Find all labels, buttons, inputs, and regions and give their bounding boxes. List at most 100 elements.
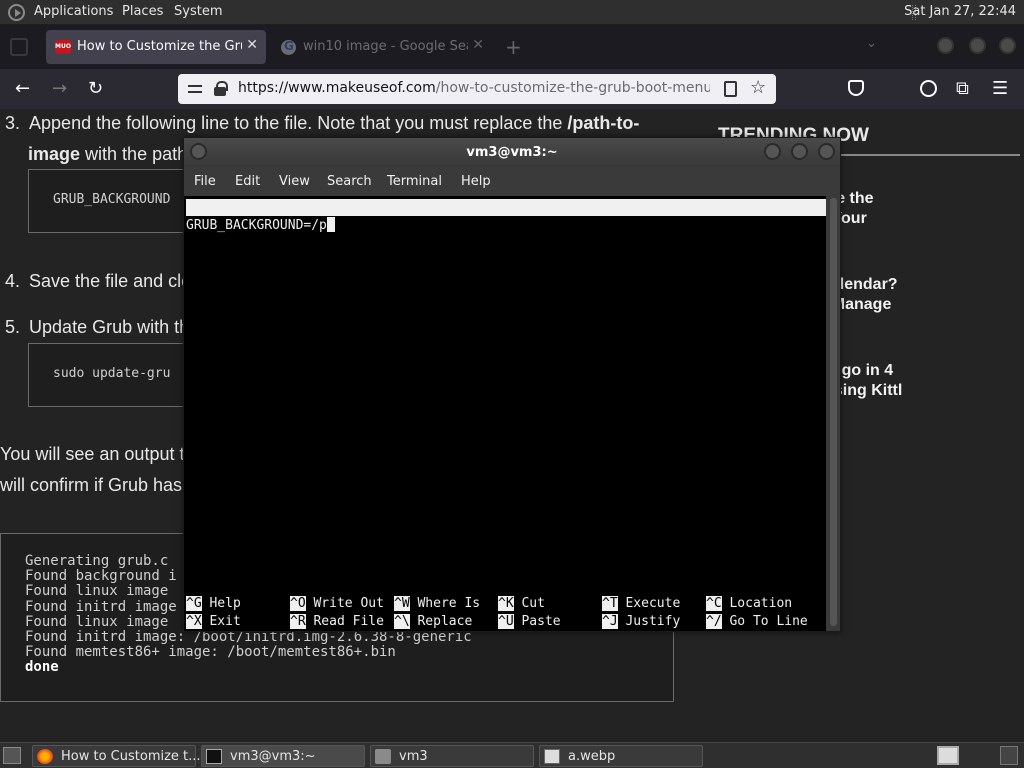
- terminal-close-button[interactable]: [818, 143, 835, 160]
- bookmark-star-icon[interactable]: ☆: [750, 77, 766, 98]
- terminal-maximize-button[interactable]: [791, 143, 808, 160]
- navigation-toolbar: ← → ↻ https://www.makeuseof.com/how-to-c…: [0, 69, 1024, 109]
- tab-google[interactable]: win10 image - Google Sear ✕: [272, 30, 492, 64]
- minimize-button[interactable]: [937, 37, 954, 54]
- terminal-title: vm3@vm3:~: [466, 145, 558, 160]
- extensions-icon[interactable]: ⧉: [956, 78, 969, 99]
- shortcut-go-to-line: ^/ Go To Line: [706, 613, 808, 630]
- step-4: 4. Save the file and clo: [5, 271, 191, 292]
- step-number: 5.: [5, 317, 21, 337]
- shortcut-key: ^J: [602, 614, 618, 629]
- clock[interactable]: Sat Jan 27, 22:44: [904, 4, 1016, 19]
- shortcut-key: ^X: [186, 614, 202, 629]
- close-window-button[interactable]: [999, 37, 1016, 54]
- taskbar-item-folder[interactable]: vm3: [370, 745, 534, 767]
- workspace-switcher[interactable]: [937, 746, 959, 765]
- menu-search[interactable]: Search: [327, 174, 372, 189]
- places-menu[interactable]: Places: [122, 4, 163, 19]
- bottom-taskbar: How to Customize t... vm3@vm3:~ vm3 a.we…: [0, 742, 1024, 768]
- shortcut-label: Replace: [417, 614, 473, 629]
- tab-article[interactable]: MUO How to Customize the Grub ✕: [46, 30, 266, 64]
- paragraph-line: You will see an output t: [0, 444, 185, 464]
- terminal-scrollbar[interactable]: [827, 196, 840, 631]
- tab-overview-icon[interactable]: [10, 38, 28, 56]
- shortcut-execute: ^T Execute: [602, 595, 680, 612]
- tab-close-icon[interactable]: ✕: [472, 37, 484, 53]
- shortcut-justify: ^J Justify: [602, 613, 680, 630]
- permissions-icon[interactable]: [188, 82, 202, 96]
- reload-icon[interactable]: ↻: [88, 78, 103, 99]
- menu-file[interactable]: File: [194, 174, 216, 189]
- menu-view[interactable]: View: [279, 174, 310, 189]
- taskbar-label: vm3: [399, 749, 428, 764]
- shortcut-label: Go To Line: [729, 614, 808, 629]
- terminal-window[interactable]: vm3@vm3:~ File Edit View Search Terminal…: [183, 137, 841, 632]
- tab-title: How to Customize the Grub: [77, 39, 242, 54]
- taskbar-label: How to Customize t...: [61, 749, 201, 764]
- code-text: GRUB_BACKGROUND: [53, 192, 171, 207]
- url-bar[interactable]: https://www.makeuseof.com/how-to-customi…: [178, 74, 776, 104]
- terminal-titlebar[interactable]: vm3@vm3:~: [184, 138, 840, 167]
- trash-icon[interactable]: [1000, 746, 1018, 765]
- shortcut-location: ^C Location: [706, 595, 792, 612]
- new-tab-icon[interactable]: +: [505, 35, 522, 59]
- shortcut-key: ^C: [706, 596, 722, 611]
- shortcut-write-out: ^O Write Out: [290, 595, 384, 612]
- code-text: sudo update-gru: [53, 366, 171, 381]
- account-icon[interactable]: [920, 80, 937, 97]
- shortcut-label: Exit: [209, 614, 241, 629]
- output-done: done: [25, 659, 59, 676]
- url-domain: https://www.makeuseof.com: [238, 80, 436, 96]
- distro-logo-icon[interactable]: [8, 4, 25, 21]
- shortcut-where-is: ^W Where Is: [394, 595, 480, 612]
- show-desktop-button[interactable]: [3, 747, 21, 764]
- image-viewer-icon: [544, 749, 560, 764]
- chevron-down-icon[interactable]: ⌄: [866, 36, 877, 51]
- output-line: Found memtest86+ image: /boot/memtest86+…: [25, 644, 396, 661]
- shortcut-replace: ^\ Replace: [394, 613, 472, 630]
- shortcut-key: ^K: [498, 596, 514, 611]
- taskbar-item-terminal[interactable]: vm3@vm3:~: [201, 745, 365, 767]
- menu-terminal[interactable]: Terminal: [387, 174, 442, 189]
- shortcut-key: ^O: [290, 596, 306, 611]
- editor-text: GRUB_BACKGROUND=/p: [186, 218, 327, 233]
- shortcut-key: ^G: [186, 596, 202, 611]
- menu-help[interactable]: Help: [461, 174, 491, 189]
- reader-view-icon[interactable]: [724, 81, 737, 97]
- firefox-icon: [37, 749, 53, 764]
- step-3: 3. Append the following line to the file…: [5, 113, 639, 134]
- shortcut-paste: ^U Paste: [498, 613, 561, 630]
- taskbar-item-image-viewer[interactable]: a.webp: [539, 745, 703, 767]
- url-text[interactable]: https://www.makeuseof.com/how-to-customi…: [238, 80, 710, 96]
- lock-icon[interactable]: [214, 81, 228, 96]
- taskbar-item-firefox[interactable]: How to Customize t...: [32, 745, 201, 767]
- folder-icon: [375, 749, 391, 764]
- terminal-screen[interactable]: GNU nano 7.2 /etc/default/grub.cfg Modif…: [184, 196, 826, 631]
- text-cursor: [326, 217, 335, 232]
- applications-menu[interactable]: Applications: [34, 4, 113, 19]
- nano-editor-line[interactable]: GRUB_BACKGROUND=/p: [186, 217, 335, 234]
- taskbar-label: vm3@vm3:~: [230, 749, 316, 764]
- pocket-icon[interactable]: [848, 80, 864, 96]
- menu-edit[interactable]: Edit: [235, 174, 260, 189]
- shortcut-help: ^G Help: [186, 595, 241, 612]
- tab-close-icon[interactable]: ✕: [246, 37, 258, 53]
- shortcut-label: Paste: [521, 614, 561, 629]
- back-arrow-icon[interactable]: ←: [15, 78, 30, 99]
- shortcut-label: Cut: [521, 596, 545, 611]
- output-line: Found initrd image: /boot/initrd.img-2.6…: [25, 629, 472, 646]
- shortcut-exit: ^X Exit: [186, 613, 241, 630]
- maximize-button[interactable]: [969, 37, 986, 54]
- top-panel: Applications Places System Sat Jan 27, 2…: [0, 0, 1024, 25]
- shortcut-key: ^\: [394, 614, 410, 629]
- forward-arrow-icon[interactable]: →: [52, 78, 67, 99]
- paragraph-line: will confirm if Grub has: [0, 475, 183, 495]
- shortcut-key: ^W: [394, 596, 410, 611]
- terminal-minimize-button[interactable]: [764, 143, 781, 160]
- terminal-menubar: File Edit View Search Terminal Help: [184, 170, 840, 196]
- hamburger-menu-icon[interactable]: ☰: [992, 78, 1008, 99]
- system-menu[interactable]: System: [174, 4, 222, 19]
- google-favicon-icon: [281, 39, 296, 55]
- shortcut-label: Write Out: [313, 596, 384, 611]
- nano-header: GNU nano 7.2 /etc/default/grub.cfg Modif…: [186, 199, 826, 266]
